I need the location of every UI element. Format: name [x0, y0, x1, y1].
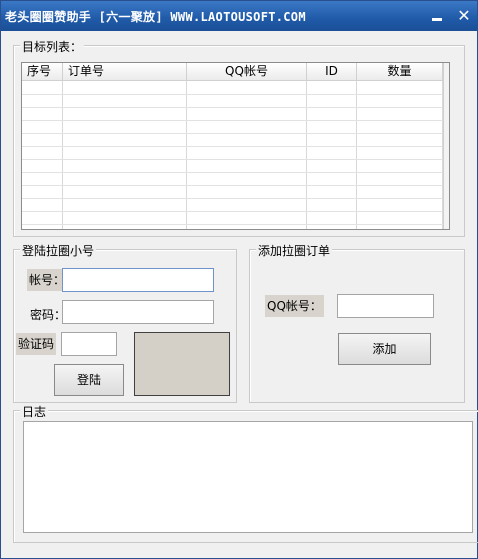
- target-list-grid[interactable]: 序号 订单号 QQ帐号 ID 数量: [21, 62, 450, 230]
- grid-row-line: [22, 94, 449, 95]
- column-header-quantity[interactable]: 数量: [357, 63, 443, 81]
- grid-row-line: [22, 211, 449, 212]
- qq-account-input[interactable]: [337, 294, 434, 318]
- grid-row-line: [22, 185, 449, 186]
- target-list-legend: 目标列表：: [20, 38, 85, 55]
- grid-column-divider: [356, 81, 357, 229]
- grid-row-line: [22, 107, 449, 108]
- grid-column-divider: [186, 81, 187, 229]
- grid-row-line: [22, 198, 449, 199]
- login-legend: 登陆拉圈小号: [20, 242, 97, 259]
- grid-column-divider: [306, 81, 307, 229]
- grid-vertical-scrollbar[interactable]: [443, 63, 449, 229]
- add-button[interactable]: 添加: [338, 333, 431, 365]
- password-input[interactable]: [62, 300, 214, 324]
- password-label: 密码：: [30, 308, 67, 322]
- log-legend: 日志: [20, 403, 49, 420]
- grid-row-line: [22, 133, 449, 134]
- account-input[interactable]: [62, 268, 214, 292]
- captcha-label: 验证码: [16, 333, 57, 355]
- close-icon: ✕: [457, 6, 471, 25]
- add-order-group: 添加拉圈订单: [249, 242, 465, 403]
- column-header-id[interactable]: ID: [307, 63, 357, 81]
- grid-header: 序号 订单号 QQ帐号 ID 数量: [22, 63, 449, 81]
- grid-row-line: [22, 224, 449, 225]
- qq-account-label: QQ帐号：: [265, 295, 324, 317]
- captcha-input[interactable]: [61, 332, 117, 356]
- grid-row-line: [22, 159, 449, 160]
- grid-row-line: [22, 146, 449, 147]
- minimize-button[interactable]: [428, 7, 446, 25]
- captcha-image[interactable]: [134, 332, 230, 396]
- column-header-order-no[interactable]: 订单号: [63, 63, 187, 81]
- grid-row-line: [22, 172, 449, 173]
- account-label: 帐号：: [27, 269, 68, 291]
- grid-row-line: [22, 120, 449, 121]
- add-order-legend: 添加拉圈订单: [256, 242, 333, 259]
- window-title: 老头圈圈赞助手 [六一聚放] WWW.LAOTOUSOFT.COM: [5, 10, 306, 24]
- close-button[interactable]: ✕: [455, 7, 473, 25]
- app-window: 老头圈圈赞助手 [六一聚放] WWW.LAOTOUSOFT.COM ✕ 目标列表…: [0, 0, 478, 559]
- title-bar[interactable]: 老头圈圈赞助手 [六一聚放] WWW.LAOTOUSOFT.COM ✕: [1, 1, 477, 31]
- column-header-qq-account[interactable]: QQ帐号: [187, 63, 307, 81]
- column-header-index[interactable]: 序号: [22, 63, 63, 81]
- minimize-icon: [432, 18, 442, 21]
- login-button[interactable]: 登陆: [54, 364, 124, 396]
- grid-column-divider: [62, 81, 63, 229]
- log-textarea[interactable]: [23, 421, 473, 533]
